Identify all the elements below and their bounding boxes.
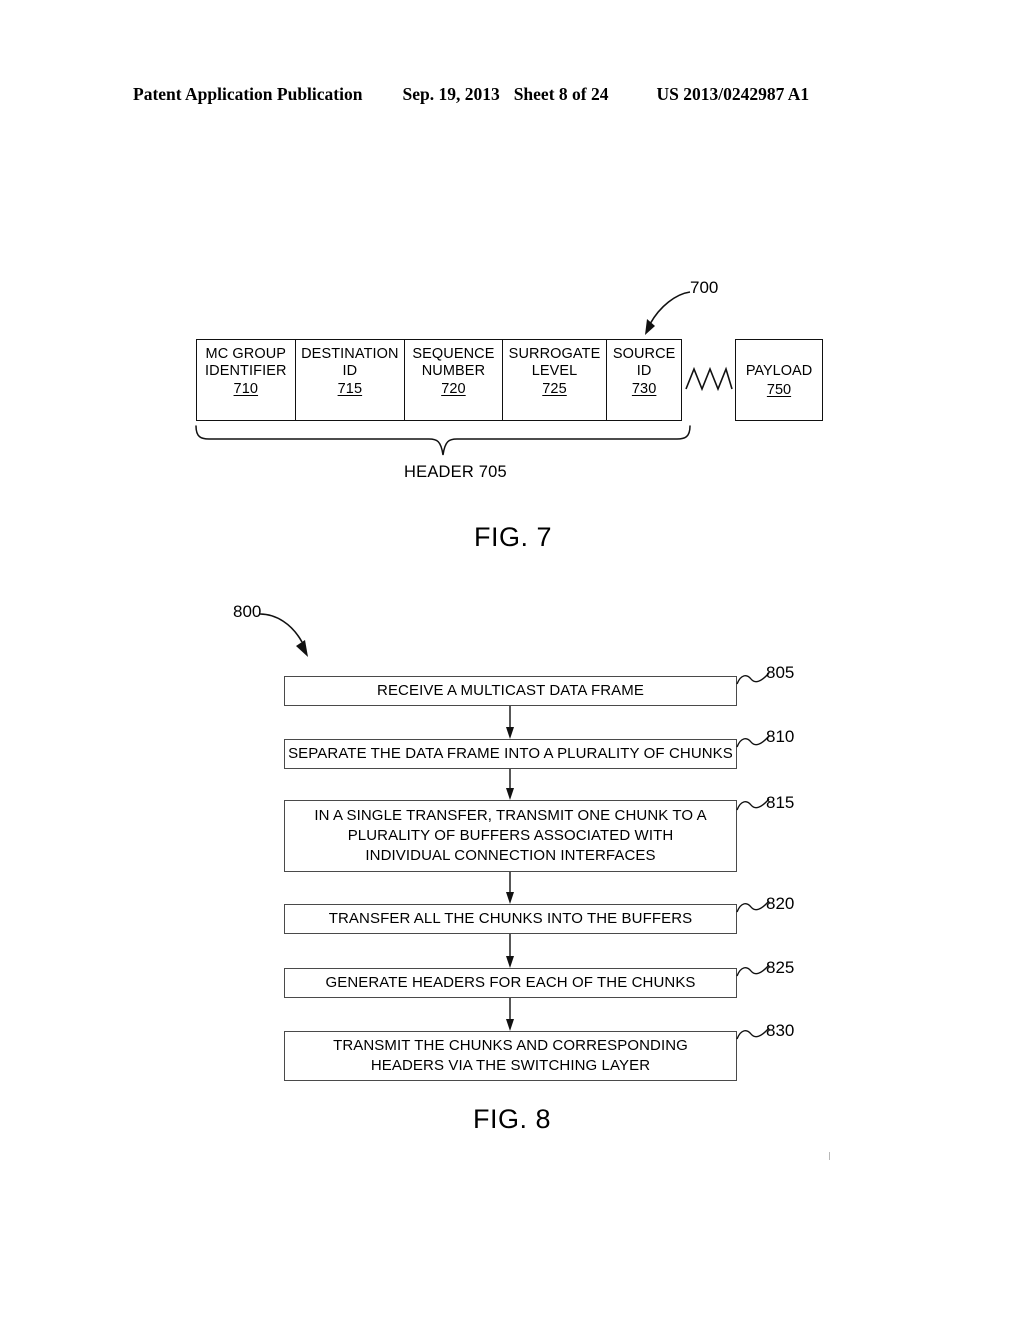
reference-805: 805 xyxy=(766,663,795,682)
flow-step-815[interactable]: IN A SINGLE TRANSFER, TRANSMIT ONE CHUNK… xyxy=(284,800,737,872)
reference-810: 810 xyxy=(766,727,795,746)
wavy-connector-815 xyxy=(736,798,770,811)
flow-step-815-line1: IN A SINGLE TRANSFER, TRANSMIT ONE CHUNK… xyxy=(314,807,707,824)
flow-step-830-line1: TRANSMIT THE CHUNKS AND CORRESPONDING xyxy=(333,1037,688,1054)
flow-step-830[interactable]: TRANSMIT THE CHUNKS AND CORRESPONDING HE… xyxy=(284,1031,737,1081)
flow-arrow-820-to-825 xyxy=(506,934,514,968)
wavy-connector-830 xyxy=(736,1027,770,1040)
flow-arrow-810-to-815 xyxy=(506,769,514,800)
flow-step-805-line1: RECEIVE A MULTICAST DATA FRAME xyxy=(377,682,644,699)
wavy-connector-810 xyxy=(736,735,770,748)
scan-artifact-mark xyxy=(829,1152,830,1160)
figure-8-caption: FIG. 8 xyxy=(473,1104,552,1134)
wavy-connector-825 xyxy=(736,964,770,977)
flow-step-805[interactable]: RECEIVE A MULTICAST DATA FRAME xyxy=(284,676,737,706)
reference-825: 825 xyxy=(766,958,795,977)
flow-step-825-line1: GENERATE HEADERS FOR EACH OF THE CHUNKS xyxy=(325,974,696,991)
flow-step-810[interactable]: SEPARATE THE DATA FRAME INTO A PLURALITY… xyxy=(284,739,737,769)
wavy-connector-805 xyxy=(736,672,770,685)
reference-820: 820 xyxy=(766,894,795,913)
lead-line-800-arrow xyxy=(259,613,308,657)
figure-8: 800 RECEIVE A MULTICAST DATA FRAME 805 S… xyxy=(0,0,1024,1320)
flow-arrow-805-to-810 xyxy=(506,706,514,739)
flow-step-830-line2: HEADERS VIA THE SWITCHING LAYER xyxy=(370,1057,651,1074)
flow-arrow-825-to-830 xyxy=(506,998,514,1031)
flow-step-825[interactable]: GENERATE HEADERS FOR EACH OF THE CHUNKS xyxy=(284,968,737,998)
reference-830: 830 xyxy=(766,1021,795,1040)
flow-step-815-line2: PLURALITY OF BUFFERS ASSOCIATED WITH xyxy=(347,827,674,844)
wavy-connector-820 xyxy=(736,900,770,913)
flow-step-810-line1: SEPARATE THE DATA FRAME INTO A PLURALITY… xyxy=(288,745,733,762)
flow-step-815-line3: INDIVIDUAL CONNECTION INTERFACES xyxy=(365,847,656,864)
reference-815: 815 xyxy=(766,793,795,812)
flow-step-820-line1: TRANSFER ALL THE CHUNKS INTO THE BUFFERS xyxy=(328,910,693,927)
flow-step-820[interactable]: TRANSFER ALL THE CHUNKS INTO THE BUFFERS xyxy=(284,904,737,934)
flow-arrow-815-to-820 xyxy=(506,872,514,904)
